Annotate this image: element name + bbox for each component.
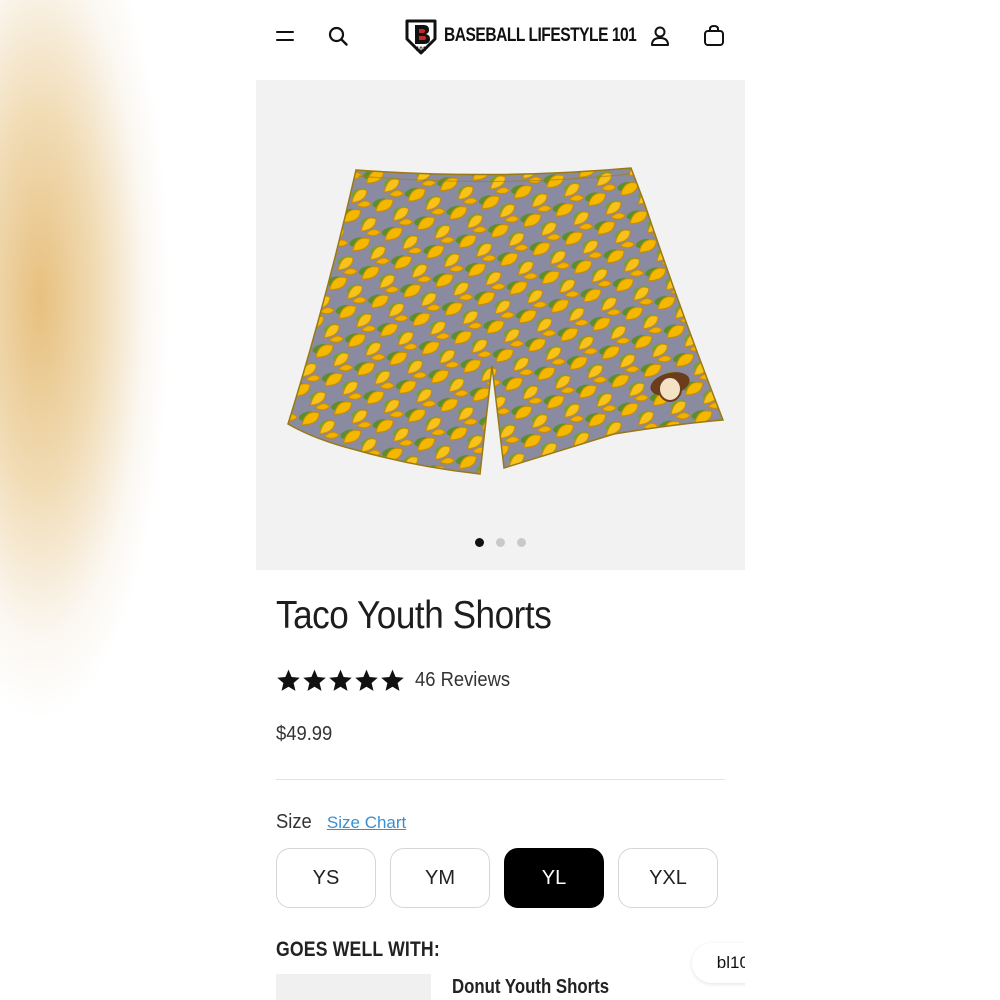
recommendation-thumbnail[interactable] <box>276 974 431 1000</box>
star-icon <box>303 669 326 691</box>
logo-text: BASEBALL LIFESTYLE 101 <box>444 25 637 46</box>
gallery-dot[interactable] <box>496 538 505 547</box>
svg-text:101: 101 <box>416 47 427 53</box>
menu-icon[interactable] <box>271 22 299 50</box>
product-rating[interactable]: 46 Reviews <box>276 668 518 693</box>
recommendation-title[interactable]: Donut Youth Shorts <box>452 976 609 999</box>
site-header: 101 BASEBALL LIFESTYLE 101 <box>256 0 745 80</box>
gallery-dot[interactable] <box>475 538 484 547</box>
star-icon <box>355 669 378 691</box>
browser-url-pill[interactable]: bl101.com <box>692 943 745 983</box>
size-option-ys[interactable]: YS <box>276 848 376 908</box>
gallery-dot[interactable] <box>517 538 526 547</box>
product-image[interactable] <box>286 162 726 482</box>
size-selector: YS YM YL YXL <box>276 848 718 908</box>
star-rating <box>276 668 405 693</box>
star-icon <box>381 669 404 691</box>
product-title: Taco Youth Shorts <box>276 594 552 637</box>
size-header: Size Size Chart <box>276 811 406 834</box>
size-option-ym[interactable]: YM <box>390 848 490 908</box>
account-icon[interactable] <box>646 22 674 50</box>
brand-logo[interactable]: 101 BASEBALL LIFESTYLE 101 <box>404 16 679 56</box>
star-icon <box>277 669 300 691</box>
product-gallery[interactable] <box>256 80 745 570</box>
size-label: Size <box>276 811 312 833</box>
bag-icon[interactable] <box>700 22 728 50</box>
size-chart-link[interactable]: Size Chart <box>327 813 406 833</box>
phone-screen: 101 BASEBALL LIFESTYLE 101 Taco Youth Sh… <box>256 0 745 1000</box>
product-price: $49.99 <box>276 723 333 745</box>
size-option-yl[interactable]: YL <box>504 848 604 908</box>
search-icon[interactable] <box>324 22 352 50</box>
divider <box>276 779 725 780</box>
goes-well-with-heading: GOES WELL WITH: <box>276 938 440 961</box>
gallery-pagination <box>256 538 745 547</box>
size-option-yxl[interactable]: YXL <box>618 848 718 908</box>
logo-badge-icon: 101 <box>405 19 437 55</box>
star-icon <box>329 669 352 691</box>
review-count-link[interactable]: 46 Reviews <box>415 669 510 692</box>
